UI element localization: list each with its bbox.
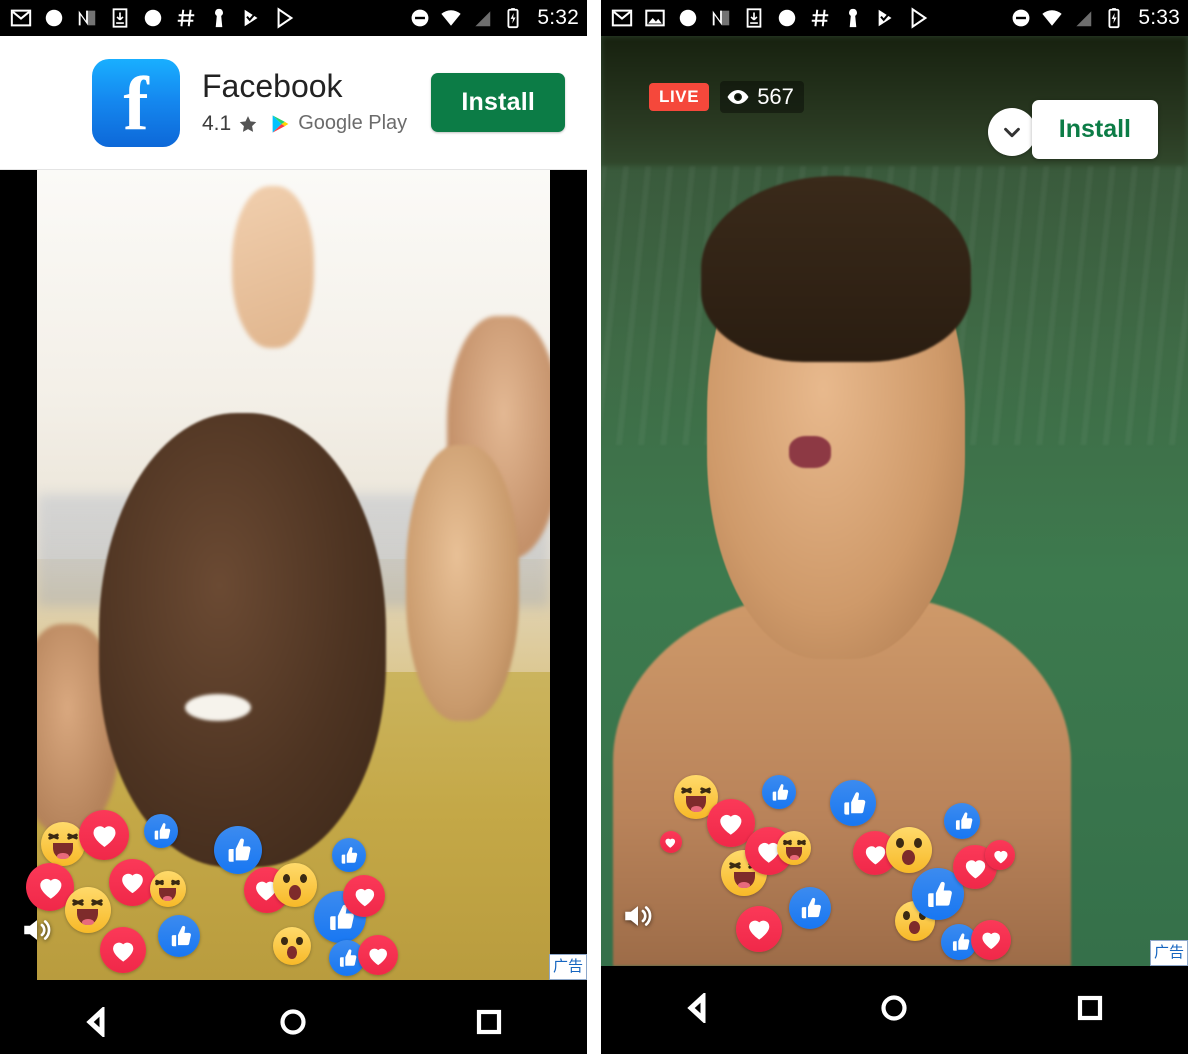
download-icon xyxy=(746,8,762,28)
circle-notification-icon xyxy=(679,9,697,27)
scene-main-subject xyxy=(98,413,386,867)
scene-subject-mouth xyxy=(789,435,831,469)
circle-notification-icon xyxy=(45,9,63,27)
google-play-icon xyxy=(272,115,289,133)
cellular-off-icon xyxy=(472,7,493,29)
cellular-off-icon xyxy=(1073,7,1094,29)
volume-on-icon[interactable] xyxy=(18,913,56,952)
video-ad-player-left[interactable]: 广告 xyxy=(0,170,587,980)
eye-icon xyxy=(727,90,749,104)
recents-icon[interactable] xyxy=(1058,976,1122,1040)
video-content-left xyxy=(37,170,550,980)
home-icon[interactable] xyxy=(261,990,325,1054)
battery-charging-icon xyxy=(1108,8,1120,29)
app-rating-row: 4.1 Google Play xyxy=(202,112,431,136)
chevron-down-icon[interactable] xyxy=(988,108,1036,156)
nova-icon xyxy=(78,10,96,26)
live-status-row: LIVE 567 xyxy=(649,81,804,113)
gmail-icon xyxy=(611,9,633,27)
install-button-left[interactable]: Install xyxy=(431,73,565,132)
video-frame-right xyxy=(601,36,1188,966)
status-bar-notification-icons-left xyxy=(10,7,409,29)
facebook-f-glyph: f xyxy=(123,62,149,147)
photo-icon xyxy=(645,9,665,27)
android-navigation-bar-left xyxy=(0,980,587,1054)
live-video-ad-player-right[interactable]: LIVE 567 Install 广告 xyxy=(601,36,1188,966)
status-bar-right: 5:33 xyxy=(601,0,1188,36)
play-store-icon xyxy=(911,7,928,29)
facebook-app-icon: f xyxy=(92,58,180,147)
checkmark-flag-icon xyxy=(244,9,258,27)
scene-person-right xyxy=(406,445,520,721)
app-meta: Facebook 4.1 Google Play xyxy=(180,69,431,135)
video-content-right xyxy=(601,36,1188,966)
viewer-count-pill: 567 xyxy=(720,81,804,113)
volume-on-icon[interactable] xyxy=(619,899,657,938)
do-not-disturb-icon xyxy=(1012,9,1030,27)
status-bar-clock: 5:32 xyxy=(537,6,579,29)
star-icon xyxy=(239,115,257,132)
dual-screenshot-stage: 5:32 f Facebook 4.1 Google Play Install … xyxy=(0,0,1188,1054)
panel-divider xyxy=(587,0,601,1054)
scene-smile xyxy=(184,694,251,722)
live-badge: LIVE xyxy=(649,83,710,111)
key-person-icon xyxy=(849,8,857,28)
play-store-icon xyxy=(277,7,294,29)
wifi-icon xyxy=(441,10,461,26)
status-bar-notification-icons-right xyxy=(611,7,1010,29)
nova-icon xyxy=(712,10,730,26)
recents-icon[interactable] xyxy=(457,990,521,1054)
app-rating-value: 4.1 xyxy=(202,111,232,135)
download-icon xyxy=(112,8,128,28)
scene-raised-hand xyxy=(231,186,315,349)
gmail-icon xyxy=(10,9,32,27)
scene-subject-hair xyxy=(700,175,971,362)
android-navigation-bar-right xyxy=(601,966,1188,1050)
store-name: Google Play xyxy=(298,112,408,135)
circle-notification-icon xyxy=(778,9,796,27)
app-name: Facebook xyxy=(202,68,343,105)
install-button-right[interactable]: Install xyxy=(1031,100,1158,159)
ad-disclosure-label-right[interactable]: 广告 xyxy=(1149,940,1188,966)
app-install-header: f Facebook 4.1 Google Play Install xyxy=(0,36,587,170)
back-icon[interactable] xyxy=(667,976,731,1040)
hashtag-icon xyxy=(177,9,195,27)
phone-screenshot-right: 5:33 LIVE 567 Install 广告 xyxy=(601,0,1188,1054)
key-person-icon xyxy=(215,8,223,28)
circle-notification-icon xyxy=(144,9,162,27)
status-bar-left: 5:32 xyxy=(0,0,587,36)
viewer-count: 567 xyxy=(757,84,794,109)
status-bar-system-icons-left: 5:32 xyxy=(409,6,579,30)
home-icon[interactable] xyxy=(862,976,926,1040)
hashtag-icon xyxy=(811,9,829,27)
wifi-icon xyxy=(1042,10,1062,26)
ad-disclosure-label-left[interactable]: 广告 xyxy=(548,954,587,980)
status-bar-clock: 5:33 xyxy=(1138,6,1180,29)
video-frame-left xyxy=(0,170,587,980)
checkmark-flag-icon xyxy=(878,9,892,27)
phone-screenshot-left: 5:32 f Facebook 4.1 Google Play Install … xyxy=(0,0,587,1054)
battery-charging-icon xyxy=(507,8,519,29)
status-bar-system-icons-right: 5:33 xyxy=(1010,6,1180,30)
back-icon[interactable] xyxy=(66,990,130,1054)
do-not-disturb-icon xyxy=(411,9,429,27)
